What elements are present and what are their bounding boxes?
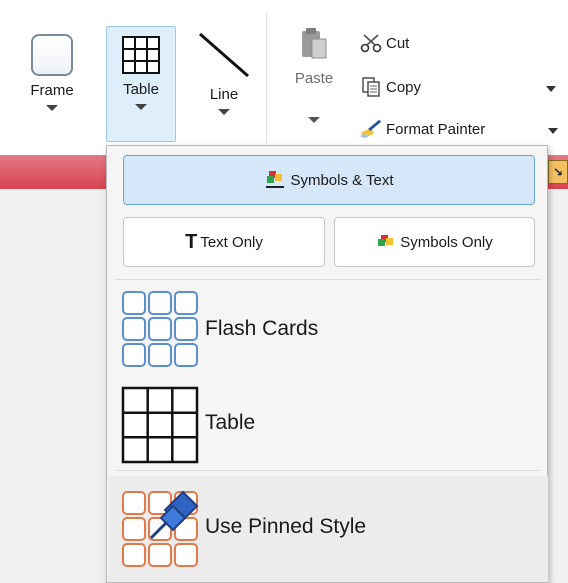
cut-button[interactable]: Cut	[360, 32, 409, 54]
text-only-option[interactable]: T Text Only	[123, 217, 325, 267]
text-t-icon: T	[185, 230, 198, 253]
menu-divider	[115, 279, 541, 280]
copy-dropdown-arrow-icon[interactable]	[546, 86, 556, 92]
menu-divider	[115, 470, 541, 471]
chevron-down-icon	[135, 104, 147, 110]
symbols-only-option[interactable]: Symbols Only	[334, 217, 535, 267]
use-pinned-style-item[interactable]: Use Pinned Style	[121, 486, 541, 568]
flash-cards-item[interactable]: Flash Cards	[121, 290, 541, 368]
table-label: Table	[123, 81, 159, 98]
line-label: Line	[209, 86, 239, 103]
chevron-down-icon	[218, 109, 230, 115]
cut-label: Cut	[386, 34, 410, 52]
line-button[interactable]: Line	[192, 30, 256, 115]
clipboard-icon	[302, 28, 327, 59]
paintbrush-icon	[360, 118, 382, 140]
pinned-style-icon	[121, 488, 205, 567]
frame-button[interactable]: Frame	[20, 30, 84, 111]
scissors-icon	[360, 32, 382, 54]
chevron-down-icon	[308, 117, 320, 123]
frame-label: Frame	[30, 82, 74, 99]
line-icon	[199, 32, 249, 78]
ribbon-separator	[266, 12, 267, 152]
table-style-dropdown: Symbols & Text T Text Only Symbols Only	[106, 145, 548, 583]
symbols-only-label: Symbols Only	[400, 233, 493, 251]
expand-corner-icon[interactable]: ↘	[548, 160, 568, 184]
paste-button[interactable]: Paste	[282, 26, 346, 123]
table-item[interactable]: Table	[121, 382, 541, 464]
table-item-label: Table	[205, 411, 256, 434]
symbols-and-text-option[interactable]: Symbols & Text	[123, 155, 535, 205]
chevron-down-icon	[46, 105, 58, 111]
flash-cards-icon	[121, 290, 205, 368]
symbols-icon	[376, 234, 396, 250]
table-grid-icon	[122, 36, 160, 74]
ribbon: Frame Table Line Paste Cut Copy Format P…	[0, 0, 568, 155]
flash-cards-label: Flash Cards	[205, 317, 319, 340]
symbols-and-text-label: Symbols & Text	[290, 171, 394, 189]
format-painter-button[interactable]: Format Painter	[360, 118, 485, 140]
frame-icon	[31, 34, 73, 76]
paste-label: Paste	[294, 70, 334, 87]
table-grid-icon	[121, 384, 205, 464]
table-button[interactable]: Table	[106, 26, 176, 142]
copy-button[interactable]: Copy	[360, 76, 421, 98]
format-painter-dropdown-arrow-icon[interactable]	[548, 128, 558, 134]
symbols-text-icon	[264, 170, 286, 190]
copy-icon	[360, 76, 382, 98]
copy-label: Copy	[386, 78, 422, 96]
use-pinned-style-label: Use Pinned Style	[205, 515, 367, 538]
format-painter-label: Format Painter	[386, 120, 486, 138]
text-only-label: Text Only	[200, 233, 263, 251]
